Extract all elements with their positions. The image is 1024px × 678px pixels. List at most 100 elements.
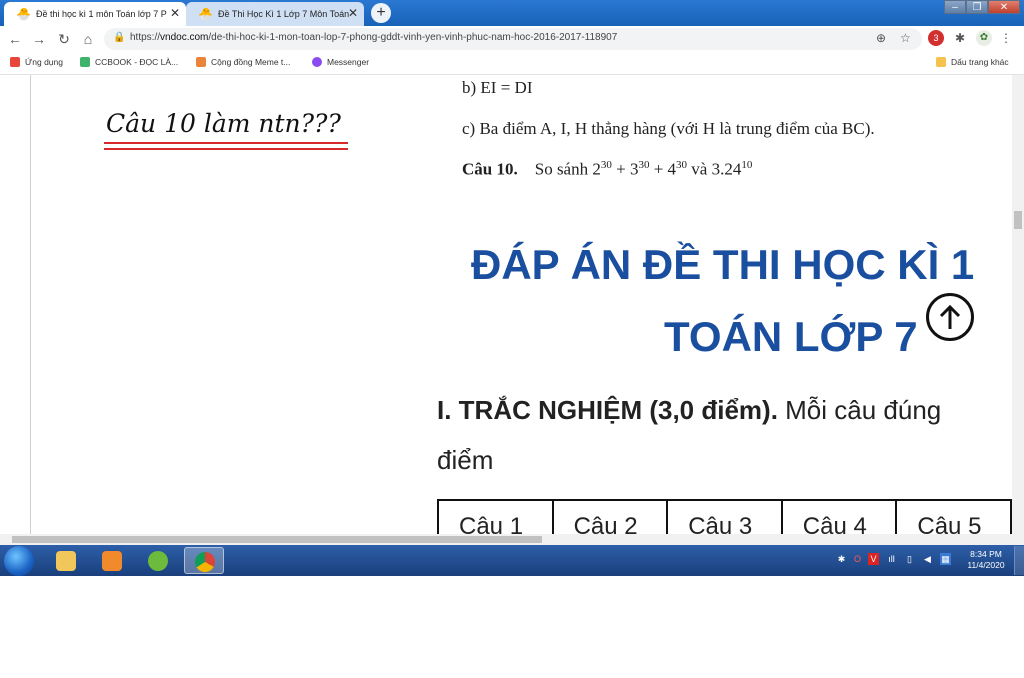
bookmark-label: Cộng đồng Meme t...	[211, 57, 291, 67]
taskbar-app[interactable]	[138, 547, 178, 574]
maximize-button[interactable]: ❐	[966, 0, 988, 14]
answer-table: Câu 1 Câu 2 Câu 3 Câu 4 Câu 5	[437, 499, 1012, 534]
question-label: Câu 10.	[462, 159, 518, 179]
opera-icon[interactable]: O	[852, 553, 863, 565]
bookmark-apps[interactable]: Ứng dụng	[10, 57, 63, 67]
start-button[interactable]	[4, 546, 34, 576]
horizontal-scroll-thumb[interactable]	[12, 536, 542, 543]
bookmark-meme[interactable]: Cộng đồng Meme t...	[196, 57, 290, 67]
network-signal-icon[interactable]: ıll	[886, 553, 897, 565]
bookmark-label: CCBOOK - ĐỌC LÀ...	[95, 57, 179, 67]
clock-date: 11/4/2020	[967, 560, 1005, 570]
scroll-to-top-button[interactable]	[926, 293, 974, 341]
annotation-underline	[104, 148, 348, 150]
apps-grid-icon	[10, 57, 20, 67]
section-title-bold: I. TRẮC NGHIỆM (3,0 điểm).	[437, 395, 778, 425]
extension-badge: 3	[933, 33, 939, 43]
address-bar[interactable]: 🔒 https://vndoc.com/de-thi-hoc-ki-1-mon-…	[104, 28, 922, 50]
folder-icon	[56, 551, 76, 571]
show-desktop-button[interactable]	[1014, 546, 1024, 575]
url-text[interactable]: https://vndoc.com/de-thi-hoc-ki-1-mon-to…	[130, 32, 617, 43]
adblock-extension-icon[interactable]: 3	[928, 30, 944, 46]
table-header-cell: Câu 3	[666, 499, 783, 534]
table-header-cell: Câu 4	[780, 499, 898, 534]
new-tab-button[interactable]: +	[371, 3, 391, 23]
taskbar-clock[interactable]: 8:34 PM 11/4/2020	[962, 549, 1010, 571]
battery-icon[interactable]: ▯	[904, 553, 915, 565]
messenger-icon	[312, 57, 322, 67]
vndoc-favicon-icon: 🐣	[198, 7, 213, 21]
bookmark-other[interactable]: Dấu trang khác	[936, 57, 1009, 67]
antivirus-icon[interactable]: V	[868, 553, 879, 565]
minimize-button[interactable]: –	[944, 0, 966, 14]
url-scheme: https://	[130, 32, 161, 43]
forward-arrow-icon[interactable]: →	[30, 30, 48, 48]
close-window-button[interactable]: ✕	[988, 0, 1020, 14]
question-text: + 4	[649, 159, 677, 179]
answer-heading-line2: TOÁN LỚP 7	[664, 313, 918, 360]
question-text: So sánh 2	[534, 159, 601, 179]
zoom-icon[interactable]: ⊕	[876, 31, 886, 45]
url-path: /de-thi-hoc-ki-1-mon-toan-lop-7-phong-gd…	[208, 32, 618, 43]
table-header-cell: Câu 5	[895, 499, 1012, 534]
horizontal-scrollbar[interactable]	[0, 534, 1024, 545]
exponent: 10	[741, 159, 753, 171]
section-title-continuation: điểm	[437, 445, 494, 475]
section-title: I. TRẮC NGHIỆM (3,0 điểm). Mỗi câu đúng	[437, 395, 941, 426]
tab-title: Đề thi học kì 1 môn Toán lớp 7 P	[36, 9, 167, 19]
tab-strip: 🐣 Đề thi học kì 1 môn Toán lớp 7 P ✕ 🐣 Đ…	[0, 0, 1024, 26]
arrow-up-icon	[939, 304, 961, 329]
problem-line-c: c) Ba điểm A, I, H thẳng hàng (với H là …	[462, 119, 875, 138]
clock-time: 8:34 PM	[970, 549, 1002, 559]
exponent: 30	[600, 159, 612, 171]
url-host: vndoc.com	[160, 32, 209, 43]
table-row: Câu 1 Câu 2 Câu 3 Câu 4 Câu 5	[437, 499, 1012, 534]
tab-title: Đề Thi Học Kì 1 Lớp 7 Môn Toán	[218, 9, 350, 19]
bookmark-ccbook[interactable]: CCBOOK - ĐỌC LÀ...	[80, 57, 178, 67]
handwritten-annotation: Câu 10 làm ntn???	[106, 109, 341, 138]
close-tab-icon[interactable]: ✕	[170, 6, 180, 20]
bookmark-label: Ứng dụng	[25, 57, 63, 67]
ccbook-icon	[80, 57, 90, 67]
home-icon[interactable]: ⌂	[79, 30, 97, 48]
left-divider	[30, 75, 31, 534]
exponent: 30	[676, 159, 688, 171]
menu-kebab-icon[interactable]: ⋮	[998, 30, 1014, 46]
app-icon	[148, 551, 168, 571]
reload-icon[interactable]: ↻	[55, 30, 73, 48]
problem-line-b: b) EI = DI	[462, 78, 533, 97]
bookmark-messenger[interactable]: Messenger	[312, 57, 369, 67]
question-10: Câu 10. So sánh 230 + 330 + 430 và 3.241…	[462, 159, 752, 180]
lock-icon: 🔒	[113, 32, 126, 43]
profile-avatar[interactable]: ✿	[976, 30, 992, 46]
bookmarks-bar: Ứng dụng CCBOOK - ĐỌC LÀ... Cộng đồng Me…	[0, 52, 1024, 75]
back-arrow-icon[interactable]: ←	[6, 30, 24, 48]
taskbar-explorer[interactable]	[46, 547, 86, 574]
volume-icon[interactable]: ◀	[922, 553, 933, 565]
answer-heading-line1: ĐÁP ÁN ĐỀ THI HỌC KÌ 1	[471, 241, 975, 288]
vndoc-favicon-icon: 🐣	[16, 7, 31, 21]
tab-de-thi-hoc-ki-1[interactable]: 🐣 Đề thi học kì 1 môn Toán lớp 7 P ✕	[4, 2, 186, 26]
bookmark-star-icon[interactable]: ☆	[900, 31, 911, 45]
question-text: và 3.24	[687, 159, 742, 179]
vertical-scrollbar[interactable]	[1012, 75, 1024, 534]
folder-icon	[936, 57, 946, 67]
extensions-puzzle-icon[interactable]: ✱	[952, 30, 968, 46]
question-text: + 3	[611, 159, 639, 179]
section-title-rest: Mỗi câu đúng	[777, 395, 942, 425]
table-header-cell: Câu 1	[437, 499, 554, 534]
vertical-scroll-thumb[interactable]	[1014, 211, 1022, 229]
annotation-underline	[104, 142, 348, 144]
taskbar-chrome[interactable]	[184, 547, 224, 574]
bluetooth-icon[interactable]: ✱	[836, 553, 847, 565]
page-content: Câu 10 làm ntn??? b) EI = DI c) Ba điểm …	[0, 75, 1012, 534]
tab-de-thi-lop-7[interactable]: 🐣 Đề Thi Học Kì 1 Lớp 7 Môn Toán ✕	[186, 2, 364, 26]
screen: 🐣 Đề thi học kì 1 môn Toán lớp 7 P ✕ 🐣 Đ…	[0, 0, 1024, 576]
exponent: 30	[638, 159, 650, 171]
meme-page-icon	[196, 57, 206, 67]
bookmark-label: Dấu trang khác	[951, 57, 1009, 67]
browser-toolbar: ← → ↻ ⌂ 🔒 https://vndoc.com/de-thi-hoc-k…	[0, 26, 1024, 52]
language-icon[interactable]: ▦	[940, 553, 951, 565]
taskbar-media-player[interactable]	[92, 547, 132, 574]
close-tab-icon[interactable]: ✕	[348, 6, 358, 20]
